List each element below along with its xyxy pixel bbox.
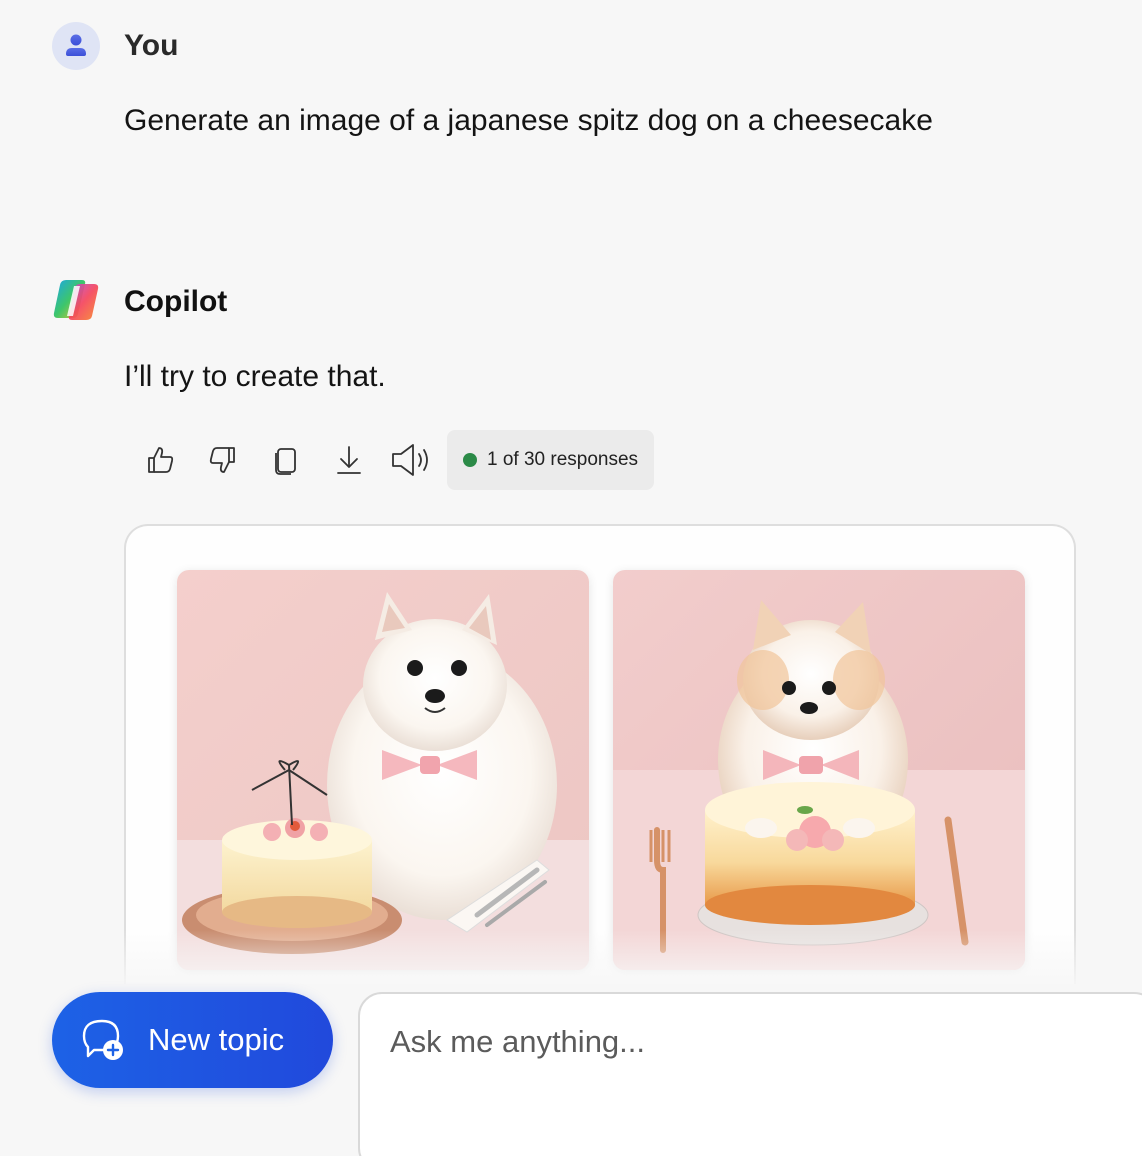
read-aloud-button[interactable] bbox=[384, 432, 440, 488]
chat-page: You Generate an image of a japanese spit… bbox=[0, 0, 1142, 1156]
status-dot bbox=[463, 453, 477, 467]
new-chat-icon bbox=[82, 1019, 123, 1060]
user-message: Generate an image of a japanese spitz do… bbox=[124, 104, 933, 137]
generated-image-1[interactable] bbox=[177, 570, 589, 970]
responses-counter-badge: 1 of 30 responses bbox=[447, 430, 655, 490]
chat-input-box[interactable] bbox=[358, 992, 1142, 1156]
new-topic-button[interactable]: New topic bbox=[52, 992, 333, 1088]
user-name: You bbox=[124, 29, 179, 62]
response-actions: 1 of 30 responses bbox=[132, 430, 655, 490]
download-button[interactable] bbox=[321, 432, 377, 488]
dislike-button[interactable] bbox=[195, 432, 251, 488]
content-fade bbox=[0, 930, 1142, 990]
person-icon bbox=[66, 34, 86, 56]
copy-button[interactable] bbox=[258, 432, 314, 488]
thumbs-up-icon bbox=[148, 447, 174, 473]
copy-icon bbox=[275, 448, 296, 475]
ask-input[interactable] bbox=[390, 1024, 1090, 1060]
like-button[interactable] bbox=[132, 432, 188, 488]
responses-label: 1 of 30 responses bbox=[487, 449, 639, 470]
thumbs-down-icon bbox=[209, 447, 235, 473]
copilot-message: I’ll try to create that. bbox=[124, 360, 386, 393]
download-icon bbox=[337, 446, 361, 474]
user-avatar bbox=[52, 22, 100, 70]
new-topic-label: New topic bbox=[148, 1022, 285, 1057]
copilot-name: Copilot bbox=[124, 285, 228, 318]
speaker-icon bbox=[392, 444, 428, 476]
generated-images-card bbox=[124, 524, 1076, 984]
copilot-logo-icon bbox=[53, 280, 99, 320]
generated-image-2[interactable] bbox=[613, 570, 1025, 970]
